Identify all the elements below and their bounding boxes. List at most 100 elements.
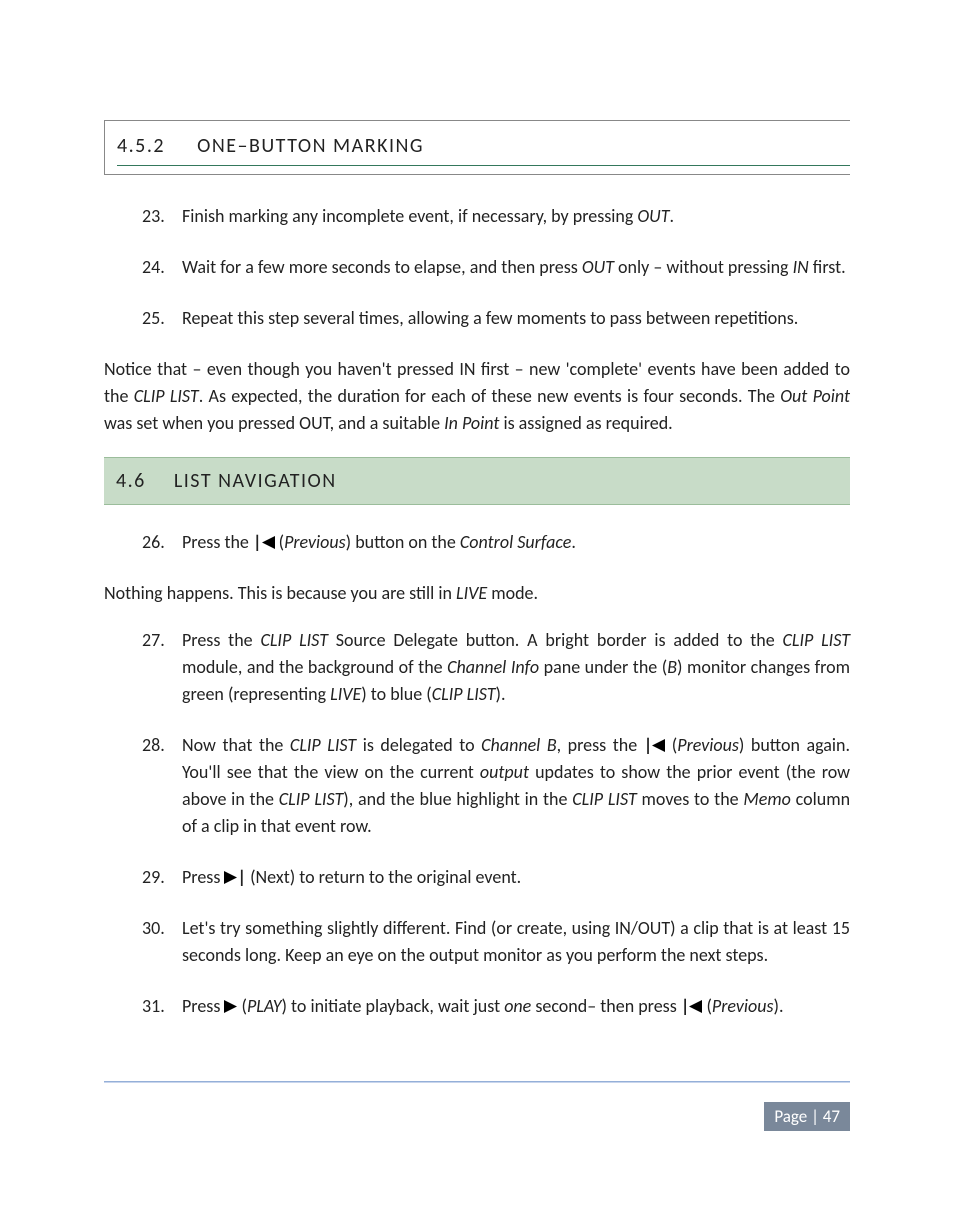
term: OUT <box>637 205 669 227</box>
step-text: Wait for a few more seconds to elapse, a… <box>182 256 582 278</box>
step-text: Source Delegate button. A bright border … <box>328 629 783 651</box>
step-text: Let's try something slightly different. … <box>182 917 850 966</box>
list-item: 23. Finish marking any incomplete event,… <box>142 203 850 230</box>
step-text: Press <box>182 995 224 1017</box>
term: Memo <box>743 788 790 810</box>
step-number: 23. <box>142 203 165 230</box>
term: OUT <box>582 256 614 278</box>
step-text: . <box>571 531 576 553</box>
right-triangle-icon <box>224 1000 237 1013</box>
step-number: 30. <box>142 915 165 942</box>
step-number: 31. <box>142 993 165 1020</box>
step-number: 24. <box>142 254 165 281</box>
steps-list-b: 26. Press the | (Previous) button on the… <box>142 529 850 556</box>
step-text: Finish marking any incomplete event, if … <box>182 205 637 227</box>
right-triangle-icon <box>224 871 237 884</box>
step-number: 28. <box>142 732 165 759</box>
heading-title: ONE–BUTTON MARKING <box>197 134 424 158</box>
page-number-badge: Page | 47 <box>764 1102 850 1132</box>
list-item: 31. Press (PLAY) to initiate playback, w… <box>142 993 850 1020</box>
heading-number: 4.6 <box>116 469 146 493</box>
step-text: ) to initiate playback, wait just <box>282 995 505 1017</box>
term: LIVE <box>456 582 487 604</box>
left-triangle-icon <box>262 536 275 549</box>
term: Channel B <box>481 734 556 756</box>
step-text: moves to the <box>637 788 744 810</box>
left-triangle-icon <box>652 739 665 752</box>
page-footer: Page | 47 <box>104 1081 850 1132</box>
step-text: ( <box>275 531 285 553</box>
text: was set when you pressed OUT, and a suit… <box>104 412 444 434</box>
term: Channel Info <box>447 656 539 678</box>
step-text: ( <box>237 995 247 1017</box>
term: CLIP LIST <box>260 629 328 651</box>
term: CLIP LIST <box>279 788 343 810</box>
step-text: Press <box>182 866 224 888</box>
step-text: second– then press <box>531 995 681 1017</box>
step-text: ). <box>774 995 784 1017</box>
step-text: (Next) to return to the original event. <box>246 866 521 888</box>
term: Out Point <box>780 385 850 407</box>
step-text: only – without pressing <box>614 256 793 278</box>
step-text: pane under the ( <box>539 656 667 678</box>
heading-inner: 4.5.2 ONE–BUTTON MARKING <box>117 131 850 166</box>
list-item: 26. Press the | (Previous) button on the… <box>142 529 850 556</box>
bold: | <box>681 995 690 1017</box>
text: is assigned as required. <box>499 412 672 434</box>
step-text: ( <box>665 734 677 756</box>
heading-4-6: 4.6 LIST NAVIGATION <box>104 457 850 505</box>
list-item: 28. Now that the CLIP LIST is delegated … <box>142 732 850 840</box>
term: CLIP LIST <box>134 385 199 407</box>
text: Nothing happens. This is because you are… <box>104 582 456 604</box>
step-text: Press the <box>182 531 253 553</box>
steps-list-c: 27. Press the CLIP LIST Source Delegate … <box>142 627 850 1020</box>
term: output <box>480 761 529 783</box>
term: B <box>667 656 677 678</box>
term: one <box>504 995 531 1017</box>
step-text: ) to blue ( <box>361 683 431 705</box>
step-text: Repeat this step several times, allowing… <box>182 307 798 329</box>
term: CLIP LIST <box>290 734 356 756</box>
term: Control Surface <box>460 531 571 553</box>
step-text: , press the <box>557 734 644 756</box>
footer-rule <box>104 1081 850 1082</box>
page-content: 4.5.2 ONE–BUTTON MARKING 23. Finish mark… <box>0 0 954 1020</box>
term: IN <box>793 256 809 278</box>
term: LIVE <box>330 683 361 705</box>
term: CLIP LIST <box>432 683 496 705</box>
paragraph: Nothing happens. This is because you are… <box>104 580 850 607</box>
steps-list-a: 23. Finish marking any incomplete event,… <box>142 203 850 332</box>
step-number: 27. <box>142 627 165 654</box>
term: Previous <box>712 995 774 1017</box>
text: mode. <box>487 582 538 604</box>
term: CLIP LIST <box>783 629 851 651</box>
bold: | <box>644 734 653 756</box>
step-text: first. <box>809 256 846 278</box>
term: Previous <box>284 531 346 553</box>
step-text: ( <box>702 995 712 1017</box>
bold: | <box>253 531 262 553</box>
heading-title: LIST NAVIGATION <box>174 469 337 493</box>
list-item: 24. Wait for a few more seconds to elaps… <box>142 254 850 281</box>
step-text: ), and the blue highlight in the <box>343 788 572 810</box>
step-text: . <box>670 205 675 227</box>
term: CLIP LIST <box>572 788 636 810</box>
heading-number: 4.5.2 <box>117 134 165 158</box>
term: In Point <box>444 412 499 434</box>
list-item: 25. Repeat this step several times, allo… <box>142 305 850 332</box>
paragraph: Notice that – even though you haven't pr… <box>104 356 850 437</box>
step-text: Now that the <box>182 734 290 756</box>
step-number: 29. <box>142 864 165 891</box>
step-number: 25. <box>142 305 165 332</box>
text: . As expected, the duration for each of … <box>199 385 781 407</box>
left-triangle-icon <box>689 1000 702 1013</box>
step-number: 26. <box>142 529 165 556</box>
step-text: module, and the background of the <box>182 656 447 678</box>
list-item: 30. Let's try something slightly differe… <box>142 915 850 969</box>
list-item: 27. Press the CLIP LIST Source Delegate … <box>142 627 850 708</box>
bold: | <box>237 866 246 888</box>
list-item: 29. Press | (Next) to return to the orig… <box>142 864 850 891</box>
step-text: is delegated to <box>356 734 481 756</box>
heading-4-5-2: 4.5.2 ONE–BUTTON MARKING <box>104 120 850 175</box>
step-text: ). <box>496 683 506 705</box>
